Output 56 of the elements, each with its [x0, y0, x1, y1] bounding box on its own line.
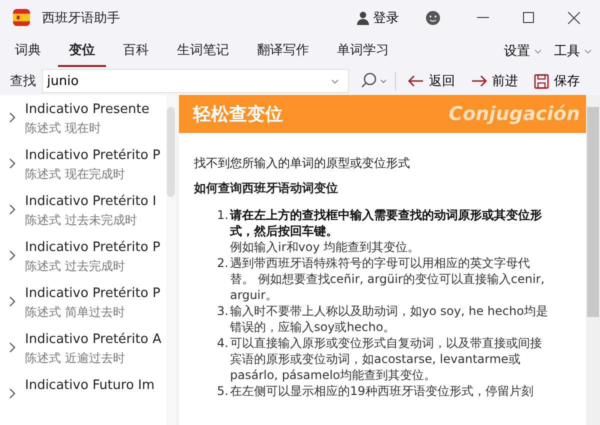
step-number: 1. — [217, 207, 230, 224]
chevron-icon — [9, 250, 16, 261]
tense-item[interactable]: Indicativo Pretérito P 陈述式 简单过去时 — [0, 285, 166, 331]
step-number: 2. — [217, 255, 230, 272]
chevron-icon — [9, 388, 16, 399]
tense-item[interactable]: Indicativo Pretérito A 陈述式 近逾过去时 — [0, 331, 166, 377]
step-note: 例如输入ir和voy 均能查到其变位。 — [230, 239, 421, 255]
scrollbar[interactable] — [586, 95, 600, 425]
step-number: 3. — [217, 303, 230, 320]
search-label: 查找 — [10, 73, 36, 90]
forward-button[interactable]: 前进 — [467, 72, 522, 90]
caret-icon — [534, 48, 542, 54]
step-number: 5. — [217, 383, 230, 399]
search-field[interactable]: junio — [42, 69, 349, 93]
banner: 轻松查变位 Conjugación — [179, 95, 586, 133]
menu-dropdown[interactable]: 工具 — [550, 35, 596, 67]
close-icon[interactable] — [568, 12, 580, 24]
tab[interactable]: 百科 — [112, 35, 160, 67]
chevron-icon — [9, 204, 16, 215]
step-text: 请在左上方的查找框中输入需要查找的动词原形或其变位形式，然后按回车键。 — [230, 207, 543, 239]
tense-item[interactable]: Indicativo Presente 陈述式 现在时 — [0, 101, 166, 147]
tense-item[interactable]: Indicativo Pretérito I 陈述式 过去未完成时 — [0, 193, 166, 239]
save-button[interactable]: 保存 — [530, 72, 584, 90]
window-title: 西班牙语助手 — [42, 10, 120, 26]
chevron-icon — [9, 296, 16, 307]
menu-dropdown[interactable]: 设置 — [500, 35, 546, 67]
minimize-icon[interactable] — [477, 16, 489, 18]
caret-icon — [584, 48, 592, 54]
message-text: 找不到您所输入的单词的原型或变位形式 — [194, 155, 411, 172]
tense-item[interactable]: Indicativo Futuro Im — [0, 377, 166, 423]
save-icon — [534, 74, 549, 88]
left-arrow-icon — [408, 75, 424, 87]
tense-item[interactable]: Indicativo Pretérito P 陈述式 过去完成时 — [0, 239, 166, 285]
chevron-icon — [9, 158, 16, 169]
step-text: 遇到带西班牙语特殊符号的字母可以用相应的英文字母代替。 例如想要查找ceñir, argüir的变位可以直接输入cenir, arguir。 — [230, 255, 546, 303]
chevron-icon — [9, 112, 16, 123]
tab[interactable]: 生词笔记 — [166, 35, 240, 67]
smiley-icon[interactable] — [425, 10, 441, 26]
tab[interactable]: 翻译写作 — [246, 35, 320, 67]
login-button[interactable]: 登录 — [352, 6, 403, 28]
maximize-icon[interactable] — [523, 12, 534, 23]
back-button[interactable]: 返回 — [404, 72, 459, 90]
tab[interactable]: 单词学习 — [326, 35, 400, 67]
step-number: 4. — [217, 335, 230, 352]
right-arrow-icon — [471, 75, 487, 87]
tense-item[interactable]: Indicativo Pretérito P 陈述式 现在完成时 — [0, 147, 166, 193]
scrollbar[interactable] — [166, 95, 176, 425]
search-icon[interactable] — [359, 72, 389, 90]
step-text: 在左侧可以显示相应的19种西班牙语变位形式，停留片刻 — [230, 383, 534, 399]
help-heading: 如何查询西班牙语动词变位 — [194, 180, 339, 197]
chevron-icon — [9, 342, 16, 353]
flag-icon — [13, 9, 30, 26]
person-icon — [356, 10, 370, 24]
step-text: 可以直接输入原形或变位形式自复动词，以及带直接或间接宾语的原形或变位动词，如acostarse, levantarme或pasárlo, pásamelo均能查到其变位。 — [230, 335, 543, 383]
step-text: 输入时不要带上人称以及助动词，如yo soy, he hecho均是错误的，应输入soy或hecho。 — [230, 303, 549, 335]
tab[interactable]: 词典 — [4, 35, 52, 67]
